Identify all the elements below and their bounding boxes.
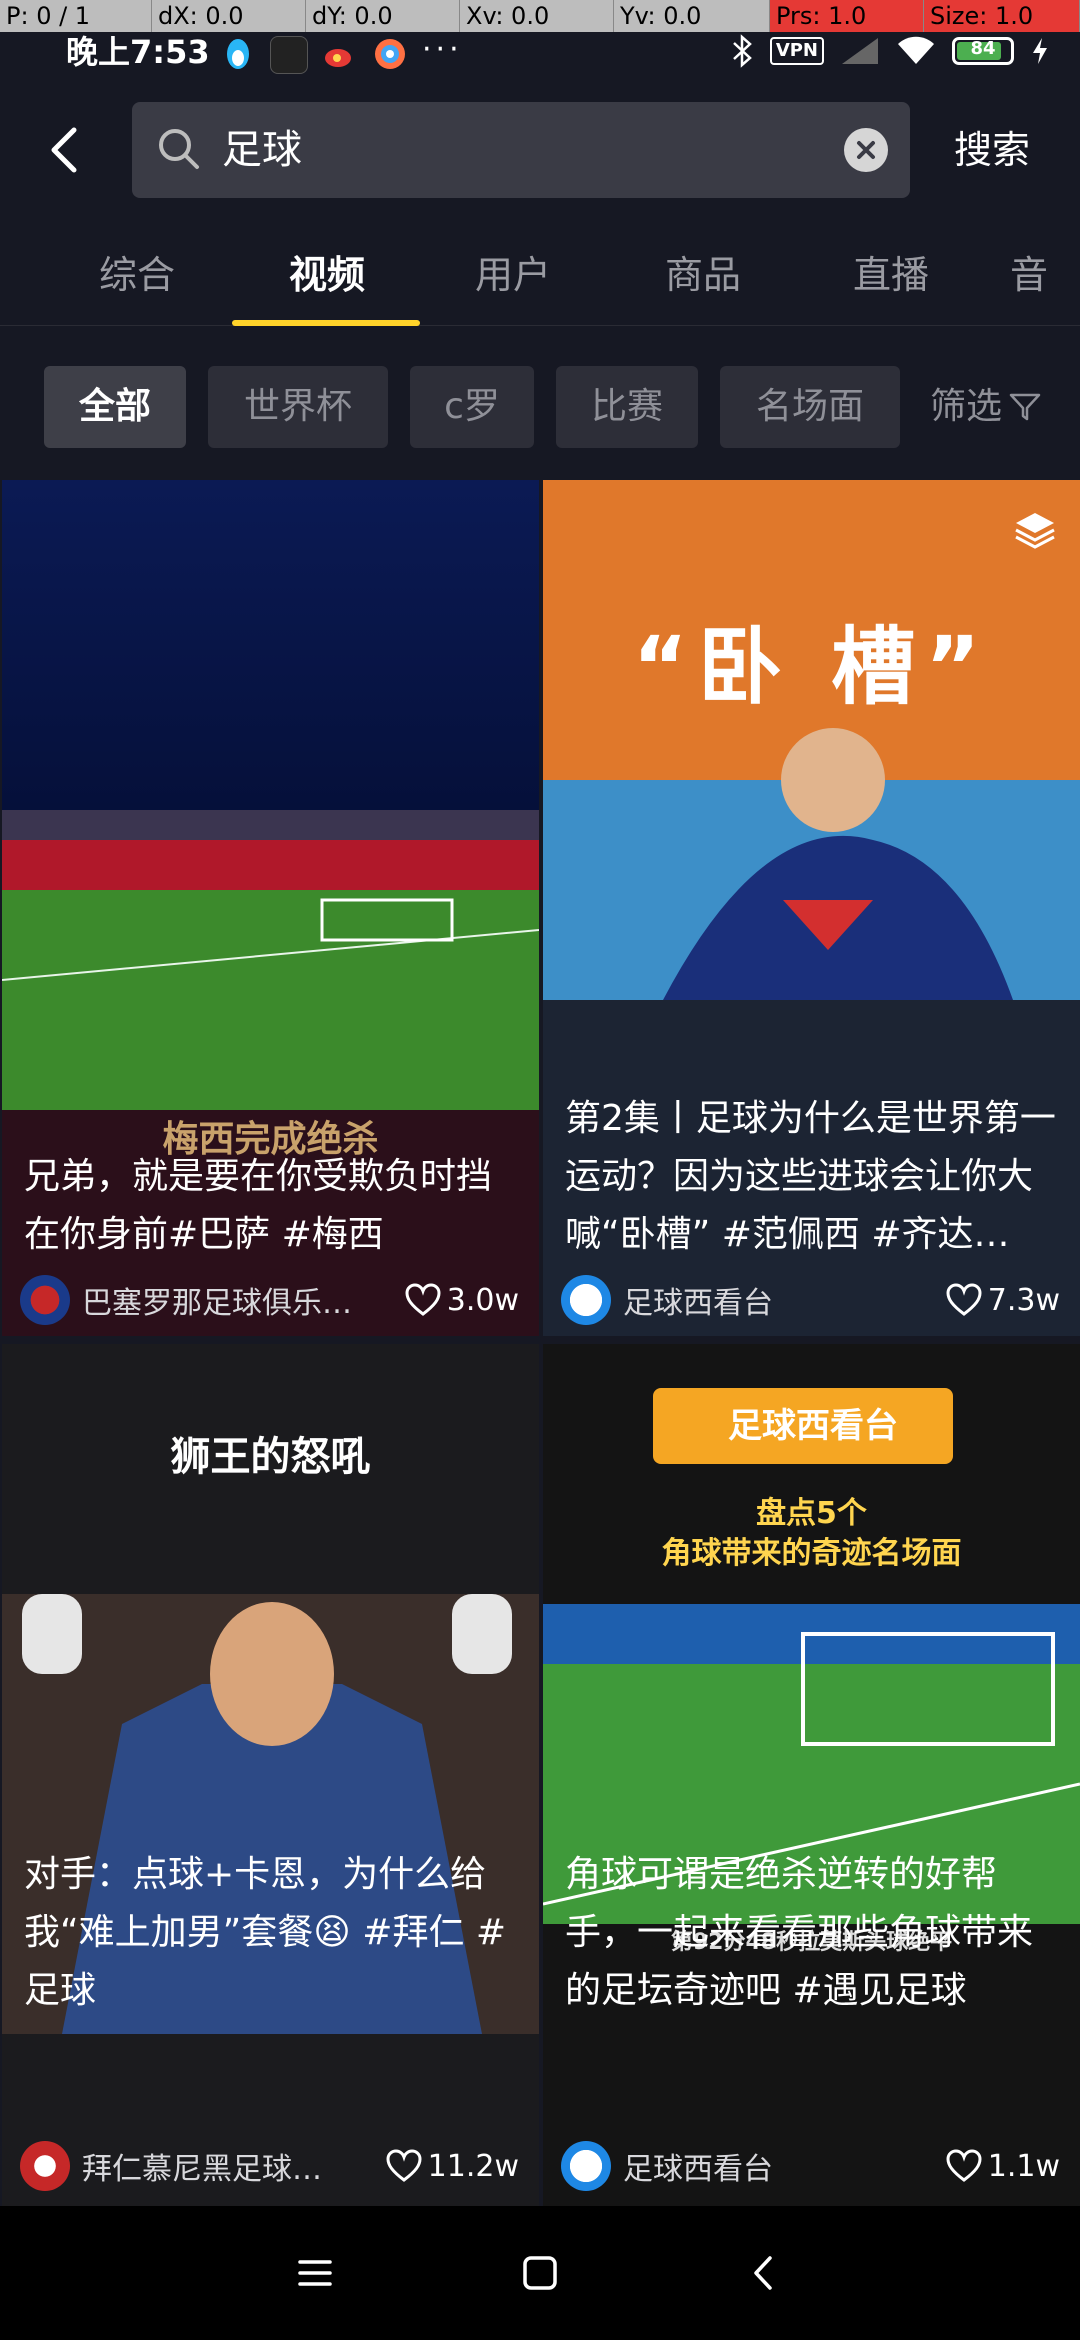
vpn-icon: VPN — [769, 37, 824, 65]
like-number: 1.1w — [987, 2148, 1060, 2184]
avatar[interactable] — [561, 2141, 611, 2191]
author-name[interactable]: 足球西看台 — [623, 2144, 936, 2188]
like-count[interactable]: 1.1w — [946, 2149, 1060, 2184]
penguin-icon — [220, 36, 256, 72]
video-title: 第2集丨足球为什么是世界第一运动？因为这些进球会让你大喊“卧槽” #范佩西 #齐… — [565, 1098, 1056, 1255]
delta-x: dX: 0.0 — [152, 0, 306, 32]
heart-icon — [386, 2149, 422, 2182]
chip-c-ronaldo[interactable]: c罗 — [410, 366, 534, 448]
bluetooth-icon — [732, 34, 752, 68]
filter-chips: 全部 世界杯 c罗 比赛 名场面 筛选 — [0, 366, 1080, 448]
app-icon — [270, 36, 308, 74]
notification-icons — [220, 36, 408, 74]
system-navigation-bar — [0, 2206, 1080, 2340]
avatar[interactable] — [561, 1275, 611, 1325]
charging-icon — [1033, 38, 1047, 64]
video-caption-overlay: 盘点5个 角球带来的奇迹名场面 — [661, 1496, 962, 1571]
result-tabs: 综合 视频 用户 商品 直播 音 — [0, 225, 1080, 326]
chevron-left-icon — [51, 127, 77, 173]
search-button[interactable]: 搜索 — [954, 100, 1030, 200]
pointer-location-bar: P: 0 / 1 dX: 0.0 dY: 0.0 Xv: 0.0 Yv: 0.0… — [0, 0, 1080, 32]
video-title: 兄弟，就是要在你受欺负时挡在你身前#巴萨 #梅西 — [24, 1156, 493, 1255]
active-tab-indicator — [232, 320, 420, 326]
video-caption-overlay: “卧 槽” — [632, 618, 991, 716]
clear-icon[interactable] — [844, 128, 888, 172]
wifi-icon — [898, 36, 934, 64]
tab-music[interactable]: 音 — [1010, 225, 1080, 325]
video-meta: 足球西看台 1.1w — [561, 2138, 1060, 2194]
card-banner: 足球西看台 — [728, 1406, 898, 1446]
chip-all[interactable]: 全部 — [44, 366, 186, 448]
back-button[interactable] — [36, 120, 96, 180]
velocity-y: Yv: 0.0 — [614, 0, 770, 32]
system-icons: VPN 84 — [730, 34, 1050, 68]
battery-icon: 84 — [952, 37, 1014, 65]
search-header: 足球 搜索 — [0, 100, 1080, 200]
author-name[interactable]: 巴塞罗那足球俱乐… — [82, 1278, 395, 1322]
chip-match[interactable]: 比赛 — [556, 366, 698, 448]
battery-level: 84 — [970, 38, 996, 59]
like-number: 7.3w — [987, 1282, 1060, 1318]
video-card[interactable]: 梅西完成绝杀 兄弟，就是要在你受欺负时挡在你身前#巴萨 #梅西 巴塞罗那足球俱乐… — [2, 480, 539, 1336]
tab-users[interactable]: 用户 — [418, 225, 608, 325]
search-icon — [159, 129, 199, 169]
filter-icon — [1009, 393, 1041, 421]
like-number: 3.0w — [446, 1282, 519, 1318]
tab-comprehensive[interactable]: 综合 — [42, 225, 232, 325]
chip-world-cup[interactable]: 世界杯 — [208, 366, 388, 448]
avatar[interactable] — [20, 1275, 70, 1325]
like-count[interactable]: 3.0w — [405, 1283, 519, 1318]
search-query[interactable]: 足球 — [222, 102, 302, 198]
delta-y: dY: 0.0 — [306, 0, 460, 32]
filter-button[interactable]: 筛选 — [930, 366, 1042, 448]
touch-size: Size: 1.0 — [924, 0, 1080, 32]
menu-icon[interactable] — [290, 2248, 340, 2298]
video-meta: 足球西看台 7.3w — [561, 1272, 1060, 1328]
layers-icon — [1015, 513, 1055, 549]
tab-live[interactable]: 直播 — [796, 225, 986, 325]
video-card[interactable]: “卧 槽” 第2集丨足球为什么是世界第一运动？因为这些进球会让你大喊“卧槽” #… — [543, 480, 1080, 1336]
video-meta: 巴塞罗那足球俱乐… 3.0w — [20, 1272, 519, 1328]
more-notifications: ··· — [422, 32, 463, 67]
video-title: 对手：点球+卡恩，为什么给我“难上加男”套餐😫 #拜仁 #足球 — [24, 1854, 507, 2011]
home-icon[interactable] — [515, 2248, 565, 2298]
video-card[interactable]: 足球西看台 盘点5个 角球带来的奇迹名场面 第92分48秒拉莫斯头球绝平 角球可… — [543, 1344, 1080, 2206]
back-icon[interactable] — [740, 2248, 790, 2298]
browser-icon — [372, 36, 408, 72]
status-time: 晚上7:53 — [66, 33, 210, 71]
velocity-x: Xv: 0.0 — [460, 0, 614, 32]
status-bar: 晚上7:53 ··· VPN 84 — [0, 32, 1080, 102]
author-name[interactable]: 拜仁慕尼黑足球… — [82, 2144, 376, 2188]
video-card[interactable]: 狮王的怒吼 对手：点球+卡恩，为什么给我“难上加男”套餐😫 #拜仁 #足球 拜仁… — [2, 1344, 539, 2206]
author-name[interactable]: 足球西看台 — [623, 1278, 936, 1322]
signal-icon — [842, 38, 878, 64]
video-caption-overlay: 狮王的怒吼 — [170, 1434, 371, 1480]
heart-icon — [946, 1283, 982, 1316]
chip-famous-moments[interactable]: 名场面 — [720, 366, 900, 448]
video-thumbnail — [543, 1344, 1080, 2206]
weibo-icon — [322, 36, 358, 72]
like-number: 11.2w — [427, 2148, 519, 2184]
video-title: 角球可谓是绝杀逆转的好帮手，一起来看看那些角球带来的足坛奇迹吧 #遇见足球 — [565, 1854, 1034, 2011]
pressure: Prs: 1.0 — [770, 0, 924, 32]
avatar[interactable] — [20, 2141, 70, 2191]
video-meta: 拜仁慕尼黑足球… 11.2w — [20, 2138, 519, 2194]
heart-icon — [405, 1283, 441, 1316]
tab-video[interactable]: 视频 — [232, 225, 422, 325]
search-input[interactable]: 足球 — [132, 102, 910, 198]
like-count[interactable]: 7.3w — [946, 1283, 1060, 1318]
filter-label: 筛选 — [930, 386, 1003, 427]
pointer-count: P: 0 / 1 — [0, 0, 152, 32]
tab-products[interactable]: 商品 — [608, 225, 798, 325]
like-count[interactable]: 11.2w — [386, 2149, 519, 2184]
heart-icon — [946, 2149, 982, 2182]
